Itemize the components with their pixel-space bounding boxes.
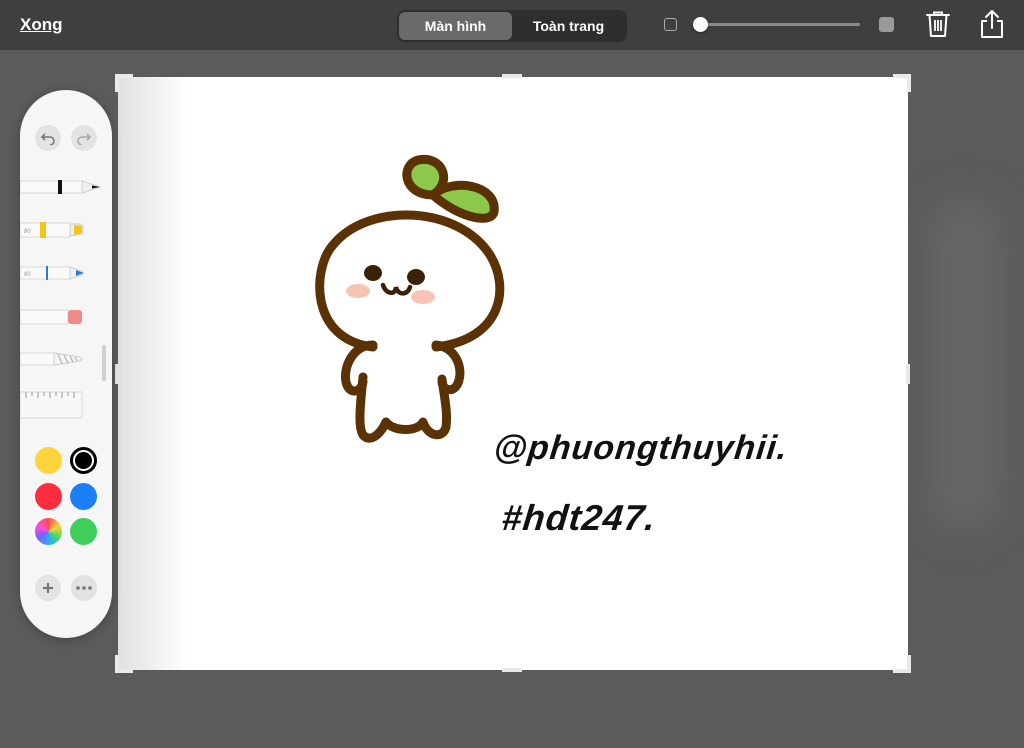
- markup-tool-palette: 80 80: [20, 90, 112, 638]
- top-toolbar: Xong Màn hình Toàn trang: [0, 0, 1024, 50]
- tab-screen[interactable]: Màn hình: [399, 12, 512, 40]
- crop-edge-left[interactable]: [115, 364, 119, 384]
- background-blur: [930, 200, 1000, 530]
- trash-icon[interactable]: [925, 10, 951, 38]
- crop-corner-bottom-right[interactable]: [893, 655, 911, 673]
- color-black-fill: [75, 452, 92, 469]
- color-picker-wheel-icon[interactable]: [35, 518, 62, 545]
- palette-scroll-indicator: [102, 345, 106, 381]
- tab-full-page[interactable]: Toàn trang: [512, 12, 625, 40]
- crop-edge-top[interactable]: [502, 74, 522, 78]
- color-red-swatch[interactable]: [35, 483, 62, 510]
- crop-corner-top-left[interactable]: [115, 74, 133, 92]
- watermark-handle: @phuongthuyhii.: [492, 429, 790, 467]
- brush-size-slider[interactable]: [693, 17, 860, 32]
- more-icon[interactable]: [71, 575, 97, 601]
- screenshot-canvas[interactable]: @phuongthuyhii. #hdt247.: [118, 77, 908, 670]
- eraser-tool[interactable]: [20, 306, 102, 328]
- square-small-icon: [664, 18, 677, 31]
- done-button[interactable]: Xong: [20, 15, 63, 35]
- sprout-leaves-icon: [402, 154, 499, 223]
- sprout-character-drawing: [315, 154, 505, 443]
- color-yellow-swatch[interactable]: [35, 447, 62, 474]
- share-icon[interactable]: [978, 9, 1006, 39]
- color-blue-swatch[interactable]: [70, 483, 97, 510]
- highlighter-tool[interactable]: 80: [20, 219, 102, 241]
- crop-corner-top-right[interactable]: [893, 74, 911, 92]
- pen-tool[interactable]: [20, 176, 102, 198]
- square-large-icon: [879, 17, 894, 32]
- crop-corner-bottom-left[interactable]: [115, 655, 133, 673]
- lasso-tool[interactable]: [20, 348, 102, 370]
- color-green-swatch[interactable]: [70, 518, 97, 545]
- color-black-swatch[interactable]: [70, 447, 97, 474]
- crop-edge-bottom[interactable]: [502, 668, 522, 672]
- add-icon[interactable]: [35, 575, 61, 601]
- svg-text:80: 80: [24, 272, 31, 278]
- svg-text:80: 80: [24, 229, 31, 235]
- crop-edge-right[interactable]: [906, 364, 910, 384]
- slider-knob[interactable]: [693, 17, 708, 32]
- watermark-hashtag: #hdt247.: [499, 497, 659, 538]
- ruler-tool[interactable]: [20, 390, 102, 420]
- marker-tool[interactable]: 80: [20, 262, 102, 284]
- capture-mode-segmented-control: Màn hình Toàn trang: [397, 10, 627, 42]
- redo-icon[interactable]: [71, 125, 97, 151]
- undo-icon[interactable]: [35, 125, 61, 151]
